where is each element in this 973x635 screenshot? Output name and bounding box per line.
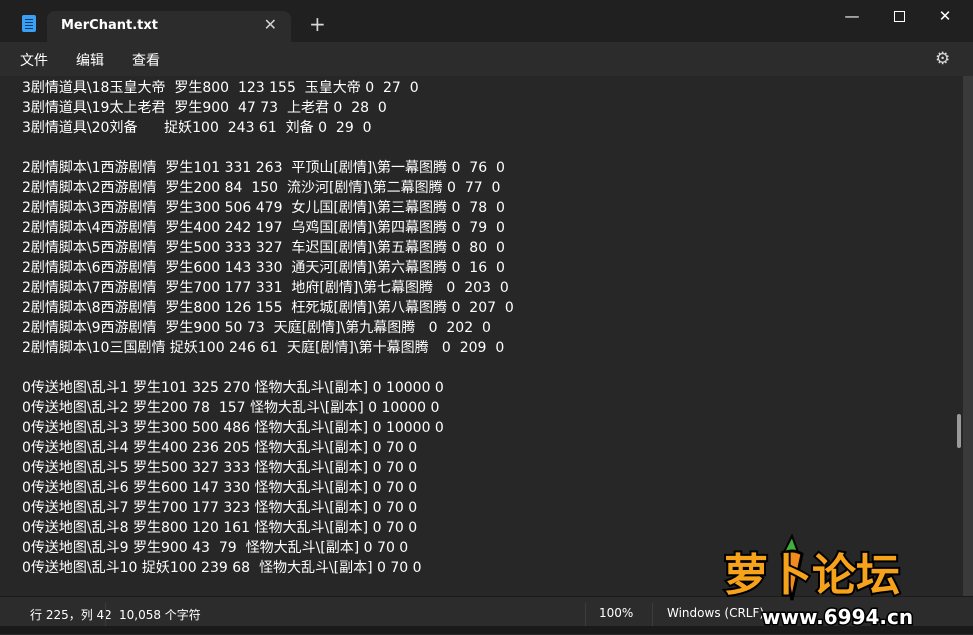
text-line: 2剧情脚本\2西游剧情 罗生200 84 150 流沙河[剧情]\第二幕图腾 0… xyxy=(22,180,501,196)
tab-title: MerChant.txt xyxy=(61,18,158,33)
menu-view[interactable]: 查看 xyxy=(132,50,160,70)
notepad-icon xyxy=(22,15,36,32)
text-line: 2剧情脚本\6西游剧情 罗生600 143 330 通天河[剧情]\第六幕图腾 … xyxy=(22,260,505,276)
text-line: 2剧情脚本\1西游剧情 罗生101 331 263 平顶山[剧情]\第一幕图腾 … xyxy=(22,160,505,176)
text-line: 2剧情脚本\5西游剧情 罗生500 333 327 车迟国[剧情]\第五幕图腾 … xyxy=(22,240,505,256)
status-divider xyxy=(585,603,586,627)
close-button[interactable]: ✕ xyxy=(922,6,968,26)
text-line: 0传送地图\乱斗7 罗生700 177 323 怪物大乱斗\[副本] 0 70 … xyxy=(22,500,418,516)
text-line: 2剧情脚本\3西游剧情 罗生300 506 479 女儿国[剧情]\第三幕图腾 … xyxy=(22,200,505,216)
text-line: 3剧情道具\18玉皇大帝 罗生800 123 155 玉皇大帝 0 27 0 xyxy=(22,80,419,96)
status-divider xyxy=(105,603,106,627)
file-tab[interactable]: MerChant.txt ✕ xyxy=(47,11,291,42)
text-line: 3剧情道具\20刘备 捉妖100 243 61 刘备 0 29 0 xyxy=(22,120,372,136)
text-line: 0传送地图\乱斗6 罗生600 147 330 怪物大乱斗\[副本] 0 70 … xyxy=(22,480,418,496)
text-line: 2剧情脚本\10三国剧情 捉妖100 246 61 天庭[剧情]\第十幕图腾 0… xyxy=(22,340,505,356)
text-editor[interactable]: 3剧情道具\18玉皇大帝 罗生800 123 155 玉皇大帝 0 27 0 3剧… xyxy=(0,76,955,596)
menu-file[interactable]: 文件 xyxy=(20,50,48,70)
cursor-position: 行 225，列 42 xyxy=(30,608,112,622)
text-line: 0传送地图\乱斗4 罗生400 236 205 怪物大乱斗\[副本] 0 70 … xyxy=(22,440,418,456)
text-line: 0传送地图\乱斗9 罗生900 43 79 怪物大乱斗\[副本] 0 70 0 xyxy=(22,540,409,556)
zoom-level[interactable]: 100% xyxy=(599,606,633,620)
menu-edit[interactable]: 编辑 xyxy=(76,50,104,70)
text-line: 2剧情脚本\9西游剧情 罗生900 50 73 天庭[剧情]\第九幕图腾 0 2… xyxy=(22,320,491,336)
watermark-url: www.6994.cn xyxy=(762,605,913,629)
text-line: 0传送地图\乱斗5 罗生500 327 333 怪物大乱斗\[副本] 0 70 … xyxy=(22,460,418,476)
forum-watermark-logo: 萝卜论坛 www.6994.cn xyxy=(722,533,915,630)
text-line: 0传送地图\乱斗2 罗生200 78 157 怪物大乱斗\[副本] 0 1000… xyxy=(22,400,440,416)
scrollbar-thumb[interactable] xyxy=(957,414,961,448)
status-divider xyxy=(652,603,653,627)
text-line: 3剧情道具\19太上老君 罗生900 47 73 上老君 0 28 0 xyxy=(22,100,387,116)
settings-gear-icon[interactable]: ⚙ xyxy=(935,49,950,69)
maximize-button[interactable] xyxy=(876,6,922,26)
menu-bar: 文件 编辑 查看 ⚙ xyxy=(0,42,973,76)
title-bar: MerChant.txt ✕ + — ✕ xyxy=(0,0,973,42)
text-line: 2剧情脚本\7西游剧情 罗生700 177 331 地府[剧情]\第七幕图腾 0… xyxy=(22,280,509,296)
window-edge-strip xyxy=(963,76,973,596)
character-count: 10,058 个字符 xyxy=(119,608,201,622)
text-line: 2剧情脚本\4西游剧情 罗生400 242 197 乌鸡国[剧情]\第四幕图腾 … xyxy=(22,220,505,236)
tab-close-icon[interactable]: ✕ xyxy=(264,15,277,34)
new-tab-button[interactable]: + xyxy=(309,14,326,34)
minimize-button[interactable]: — xyxy=(829,6,875,26)
watermark-brand: 萝卜论坛 xyxy=(724,550,900,601)
text-line: 2剧情脚本\8西游剧情 罗生800 126 155 枉死城[剧情]\第八幕图腾 … xyxy=(22,300,514,316)
text-line: 0传送地图\乱斗1 罗生101 325 270 怪物大乱斗\[副本] 0 100… xyxy=(22,380,444,396)
text-line: 0传送地图\乱斗10 捉妖100 239 68 怪物大乱斗\[副本] 0 70 … xyxy=(22,560,422,576)
maximize-icon xyxy=(893,11,905,22)
text-line: 0传送地图\乱斗3 罗生300 500 486 怪物大乱斗\[副本] 0 100… xyxy=(22,420,444,436)
text-line: 0传送地图\乱斗8 罗生800 120 161 怪物大乱斗\[副本] 0 70 … xyxy=(22,520,418,536)
